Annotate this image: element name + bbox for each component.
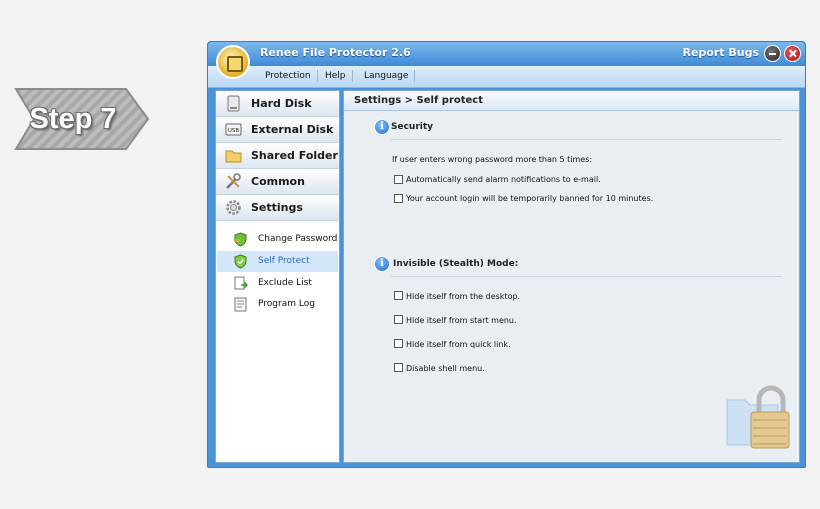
breadcrumb-text: Settings > Self protect — [354, 95, 484, 106]
disable-shell-menu-checkbox[interactable] — [394, 363, 403, 372]
info-icon: i — [374, 256, 390, 272]
sub-change-password[interactable]: Change Password — [217, 229, 338, 250]
close-button[interactable] — [784, 45, 801, 62]
security-title: Security — [391, 122, 434, 132]
sub-label: Change Password — [258, 234, 338, 244]
divider — [391, 276, 781, 277]
menu-help[interactable]: Help — [319, 70, 353, 82]
sub-self-protect[interactable]: Self Protect — [217, 251, 338, 272]
hide-quick-link-checkbox[interactable] — [394, 339, 403, 348]
ban-login-label[interactable]: Your account login will be temporarily b… — [406, 194, 653, 203]
info-icon: i — [374, 119, 390, 135]
nav-label: External Disk — [251, 123, 334, 136]
app-logo-icon — [216, 45, 250, 79]
nav-shared-folder[interactable]: Shared Folder — [216, 143, 339, 169]
app-window: Renee File Protector 2.6 Report Bugs Pro… — [207, 41, 806, 468]
menu-bar: Protection Help Language — [208, 66, 805, 88]
nav-common[interactable]: Common — [216, 169, 339, 195]
main-panel: Settings > Self protect i Security If us… — [343, 90, 800, 463]
nav-label: Settings — [251, 201, 303, 214]
hide-desktop-checkbox[interactable] — [394, 291, 403, 300]
stealth-title: Invisible (Stealth) Mode: — [393, 259, 519, 269]
sub-label: Exclude List — [258, 278, 312, 288]
hide-desktop-label[interactable]: Hide itself from the desktop. — [406, 292, 520, 301]
folder-icon — [225, 150, 242, 163]
exclude-list-icon — [234, 276, 248, 290]
report-bugs-link[interactable]: Report Bugs — [682, 46, 759, 59]
app-title: Renee File Protector 2.6 — [260, 46, 411, 59]
step-label: Step 7 — [29, 103, 117, 135]
settings-content: i Security If user enters wrong password… — [346, 111, 797, 460]
gear-icon — [226, 200, 241, 215]
shield-icon — [234, 254, 247, 269]
breadcrumb: Settings > Self protect — [344, 91, 799, 111]
svg-text:USB: USB — [228, 128, 240, 134]
folder-lock-icon — [726, 385, 790, 449]
alarm-email-checkbox[interactable] — [394, 175, 403, 184]
menu-language[interactable]: Language — [358, 70, 416, 82]
nav-external-disk[interactable]: USB External Disk — [216, 117, 339, 143]
ban-login-checkbox[interactable] — [394, 194, 403, 203]
key-shield-icon — [234, 232, 247, 247]
nav-label: Common — [251, 175, 305, 188]
nav-label: Shared Folder — [251, 149, 338, 162]
hard-disk-icon — [227, 95, 240, 112]
title-bar[interactable]: Renee File Protector 2.6 Report Bugs — [208, 42, 805, 66]
sub-label: Program Log — [258, 299, 315, 309]
hide-start-menu-checkbox[interactable] — [394, 315, 403, 324]
minimize-button[interactable] — [764, 45, 781, 62]
nav-label: Hard Disk — [251, 97, 312, 110]
divider — [391, 139, 781, 140]
sidebar: Hard Disk USB External Disk Shared Folde… — [215, 90, 340, 463]
log-icon — [234, 297, 247, 312]
nav-hard-disk[interactable]: Hard Disk — [216, 91, 339, 117]
hide-start-menu-label[interactable]: Hide itself from start menu. — [406, 316, 517, 325]
sub-program-log[interactable]: Program Log — [217, 294, 338, 315]
sub-label: Self Protect — [258, 256, 310, 266]
alarm-email-label[interactable]: Automatically send alarm notifications t… — [406, 175, 601, 184]
security-intro: If user enters wrong password more than … — [392, 155, 593, 164]
menu-protection[interactable]: Protection — [259, 70, 318, 82]
disable-shell-menu-label[interactable]: Disable shell menu. — [406, 364, 485, 373]
nav-settings[interactable]: Settings — [216, 195, 339, 221]
sub-exclude-list[interactable]: Exclude List — [217, 273, 338, 294]
step-badge: Step 7 — [14, 87, 152, 151]
usb-icon: USB — [225, 123, 242, 136]
tools-icon — [226, 173, 241, 189]
hide-quick-link-label[interactable]: Hide itself from quick link. — [406, 340, 511, 349]
